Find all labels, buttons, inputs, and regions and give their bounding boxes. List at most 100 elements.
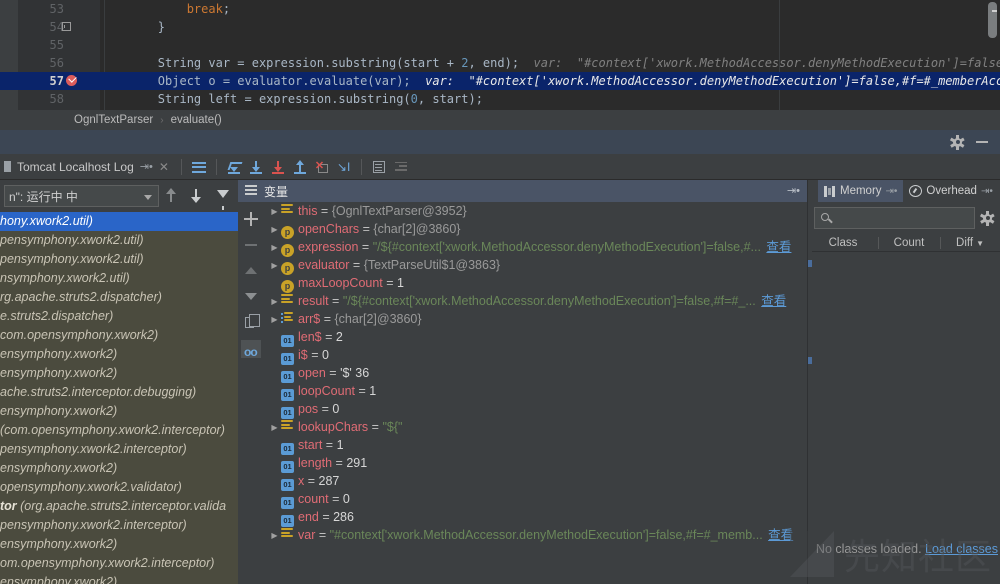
evaluate-expression-button[interactable] [368,156,390,178]
memory-search-input[interactable] [814,207,975,229]
frame-row[interactable]: ensymphony.xwork2) [0,345,238,364]
variable-row[interactable]: ▶01len$ = 2 [264,328,808,347]
expand-triangle-icon[interactable]: ▶ [268,239,281,257]
move-down-button[interactable] [238,284,264,310]
frame-row[interactable]: opensymphony.xwork2.validator) [0,478,238,497]
variable-row[interactable]: ▶01count = 0 [264,490,808,509]
tab-tomcat-localhost-log[interactable]: Tomcat Localhost Log ⇥• ✕ [0,154,175,180]
frame-row[interactable]: ensymphony.xwork2) [0,364,238,383]
variable-row[interactable]: ▶ result = "/${#context['xwork.MethodAcce… [264,292,808,310]
frame-row[interactable]: pensymphony.xwork2.util) [0,250,238,269]
variable-row[interactable]: ▶01start = 1 [264,436,808,455]
code-line[interactable]: 58 String left = expression.substring(0,… [0,90,1000,108]
variables-pin-icon[interactable]: ⇥• [787,184,800,197]
expand-triangle-icon[interactable]: ▶ [268,293,281,311]
variable-row[interactable]: ▶01pos = 0 [264,400,808,419]
variables-list[interactable]: ▶ this = {OgnlTextParser@3952} ▶ p openChars… [264,202,808,584]
copy-value-button[interactable] [238,310,264,336]
equals-sign: = [304,474,319,488]
tab-memory[interactable]: Memory ⇥• [818,180,904,202]
frames-filter-button[interactable] [212,185,234,210]
thread-selector[interactable]: n": 运行中 中 [4,185,159,207]
variable-row[interactable]: ▶ p expression = "/${#context['xwork.Metho… [264,238,808,257]
toggle-watches-button[interactable]: oo [238,336,264,362]
frame-row[interactable]: ensymphony.xwork2) [0,573,238,584]
variable-row[interactable]: ▶01open = '$' 36 [264,364,808,383]
variable-row[interactable]: ▶01i$ = 0 [264,346,808,365]
step-out-button[interactable] [289,156,311,178]
breadcrumb-method[interactable]: evaluate() [171,114,222,126]
move-up-button[interactable] [238,258,264,284]
variable-row[interactable]: ▶01length = 291 [264,454,808,473]
memory-settings-gear-icon[interactable] [980,210,995,226]
settings-filter-button[interactable] [390,156,412,178]
close-icon[interactable]: ✕ [159,160,169,174]
frames-up-button[interactable] [162,185,184,207]
drop-frame-button[interactable]: ✕ [311,156,333,178]
frame-row[interactable]: ensymphony.xwork2) [0,402,238,421]
add-watch-button[interactable] [238,206,264,232]
arrow-down-icon [191,189,201,203]
expand-triangle-icon[interactable]: ▶ [268,311,281,329]
pin-icon[interactable]: ⇥• [886,186,898,197]
tab-overhead[interactable]: Overhead ⇥• [903,180,998,202]
variable-row[interactable]: ▶ lookupChars = "${" [264,418,808,436]
frame-row[interactable]: pensymphony.xwork2.util) [0,231,238,250]
code-line[interactable]: 57 Object o = evaluator.evaluate(var); v… [0,72,1000,90]
breadcrumb-class[interactable]: OgnlTextParser [74,114,153,126]
column-header-class[interactable]: Class [808,234,878,252]
expand-triangle-icon[interactable]: ▶ [268,527,281,545]
expand-triangle-icon[interactable]: ▶ [268,257,281,275]
editor-scrollbar-thumb[interactable] [988,2,997,38]
frame-row[interactable]: tor (org.apache.struts2.interceptor.vali… [0,497,238,516]
breakpoint-icon[interactable] [66,75,77,86]
code-fold-icon[interactable] [62,22,71,31]
frame-row[interactable]: e.struts2.dispatcher) [0,307,238,326]
equals-sign: = [317,204,332,218]
column-header-count[interactable]: Count [878,234,940,252]
expand-triangle-icon[interactable]: ▶ [268,221,281,239]
frame-row[interactable]: ensymphony.xwork2) [0,459,238,478]
pin-icon[interactable]: ⇥• [981,186,993,197]
view-value-link[interactable]: 查看 [766,240,791,254]
code-line[interactable]: 55 [0,36,1000,54]
step-over-button[interactable] [223,156,245,178]
variable-row[interactable]: ▶01x = 287 [264,472,808,491]
variable-row[interactable]: ▶ p openChars = {char[2]@3860} [264,220,808,239]
run-to-cursor-button[interactable]: ↘I [333,156,355,178]
column-header-diff[interactable]: Diff ▼ [940,234,1000,252]
frame-row[interactable]: rg.apache.struts2.dispatcher) [0,288,238,307]
frame-row[interactable]: ensymphony.xwork2) [0,535,238,554]
show-execution-point-button[interactable] [188,156,210,178]
variable-row[interactable]: ▶01end = 286 [264,508,808,527]
minimize-icon[interactable] [976,141,988,143]
force-step-into-button[interactable] [267,156,289,178]
pin-icon[interactable]: ⇥• [140,160,153,173]
frame-row[interactable]: (com.opensymphony.xwork2.interceptor) [0,421,238,440]
code-editor[interactable]: 53 break; 54 } 55 56 String var = expressio… [0,0,1000,110]
frame-row[interactable]: ache.struts2.interceptor.debugging) [0,383,238,402]
variable-row[interactable]: ▶ var = "#context['xwork.MethodAccessor.d… [264,526,808,544]
code-line[interactable]: 54 } [0,18,1000,36]
frame-row[interactable]: om.opensymphony.xwork2.interceptor) [0,554,238,573]
variable-row[interactable]: ▶ p evaluator = {TextParseUtil$1@3863} [264,256,808,275]
expand-triangle-icon[interactable]: ▶ [268,203,281,221]
frame-row[interactable]: hony.xwork2.util) [0,212,238,231]
gear-icon[interactable] [950,134,965,150]
frames-list[interactable]: hony.xwork2.util) pensymphony.xwork2.util… [0,212,238,584]
code-line[interactable]: 56 String var = expression.substring(sta… [0,54,1000,72]
variable-row[interactable]: ▶01loopCount = 1 [264,382,808,401]
frames-down-button[interactable] [187,185,209,207]
expand-triangle-icon[interactable]: ▶ [268,419,281,437]
variable-row[interactable]: ▶ this = {OgnlTextParser@3952} [264,202,808,220]
step-into-button[interactable] [245,156,267,178]
frame-row[interactable]: nsymphony.xwork2.util) [0,269,238,288]
variable-row[interactable]: ▶ arr$ = {char[2]@3860} [264,310,808,328]
frame-row[interactable]: com.opensymphony.xwork2) [0,326,238,345]
view-value-link[interactable]: 查看 [761,294,786,308]
remove-watch-button[interactable] [238,232,264,258]
variable-row[interactable]: ▶pmaxLoopCount = 1 [264,274,808,293]
frame-row[interactable]: pensymphony.xwork2.interceptor) [0,440,238,459]
code-line[interactable]: 53 break; [0,0,1000,18]
frame-row[interactable]: pensymphony.xwork2.interceptor) [0,516,238,535]
